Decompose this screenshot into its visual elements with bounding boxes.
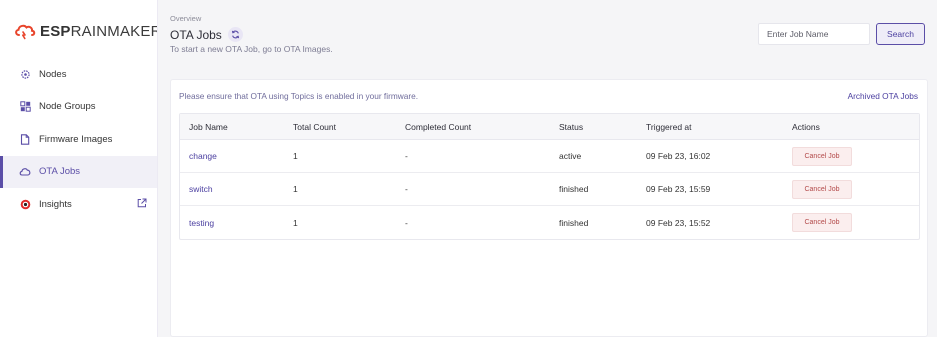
completed-count-cell: -	[405, 184, 408, 194]
cloud-icon	[19, 166, 31, 178]
table-row: change 1 - active 09 Feb 23, 16:02 Cance…	[180, 140, 919, 173]
sidebar-nav: Nodes Node Groups Firmware Images OTA Jo…	[0, 58, 157, 221]
table-row: testing 1 - finished 09 Feb 23, 15:52 Ca…	[180, 206, 919, 239]
sidebar: ESPRAINMAKER Nodes Node Groups Firmware …	[0, 0, 161, 337]
total-count-cell: 1	[293, 184, 298, 194]
cancel-job-button[interactable]: Cancel Job	[792, 146, 852, 166]
breadcrumb[interactable]: Overview	[170, 14, 201, 23]
job-name-search-input[interactable]	[758, 23, 870, 45]
sidebar-item-label: Nodes	[39, 68, 67, 80]
completed-count-cell: -	[405, 151, 408, 161]
sidebar-item-label: OTA Jobs	[39, 166, 81, 178]
sidebar-item-label: Insights	[39, 198, 72, 210]
ota-jobs-card: Please ensure that OTA using Topics is e…	[170, 79, 928, 337]
ota-topics-notice: Please ensure that OTA using Topics is e…	[179, 91, 419, 101]
main-content: Overview OTA Jobs To start a new OTA Job…	[157, 0, 937, 337]
column-header-completed-count[interactable]: Completed Count	[405, 122, 471, 132]
cancel-job-button[interactable]: Cancel Job	[792, 213, 852, 232]
sidebar-item-ota-jobs[interactable]: OTA Jobs	[0, 155, 157, 188]
column-header-job-name[interactable]: Job Name	[189, 122, 228, 132]
rainmaker-cloud-logo-icon	[15, 24, 36, 40]
sidebar-item-label: Firmware Images	[39, 133, 113, 145]
gear-chip-icon	[19, 68, 31, 80]
total-count-cell: 1	[293, 151, 298, 161]
archived-ota-jobs-link[interactable]: Archived OTA Jobs	[848, 91, 918, 101]
cancel-job-button[interactable]: Cancel Job	[792, 179, 852, 199]
triggered-at-cell: 09 Feb 23, 15:59	[646, 184, 711, 194]
job-name-link[interactable]: change	[189, 151, 217, 161]
column-header-total-count[interactable]: Total Count	[293, 122, 336, 132]
completed-count-cell: -	[405, 217, 408, 228]
sidebar-item-insights[interactable]: Insights	[0, 188, 157, 221]
column-header-triggered-at[interactable]: Triggered at	[646, 122, 692, 132]
file-icon	[19, 133, 31, 145]
sidebar-item-firmware-images[interactable]: Firmware Images	[0, 123, 157, 156]
refresh-button[interactable]	[227, 27, 243, 42]
triggered-at-cell: 09 Feb 23, 16:02	[646, 151, 711, 161]
triggered-at-cell: 09 Feb 23, 15:52	[646, 217, 711, 228]
insights-icon	[19, 198, 31, 210]
status-cell: active	[559, 151, 582, 161]
job-name-link[interactable]: testing	[189, 218, 214, 228]
status-cell: finished	[559, 184, 589, 194]
brand-name: ESPRAINMAKER	[40, 22, 162, 40]
sidebar-item-label: Node Groups	[39, 101, 96, 113]
refresh-icon	[231, 30, 239, 39]
sidebar-item-nodes[interactable]: Nodes	[0, 58, 157, 91]
status-cell: finished	[559, 217, 589, 228]
search-button[interactable]: Search	[876, 23, 925, 45]
node-groups-icon	[19, 101, 31, 113]
column-header-actions: Actions	[792, 121, 820, 132]
column-header-status[interactable]: Status	[559, 122, 583, 132]
sidebar-item-node-groups[interactable]: Node Groups	[0, 91, 157, 124]
page-subtitle: To start a new OTA Job, go to OTA Images…	[170, 44, 333, 54]
table-header: Job Name Total Count Completed Count Sta…	[180, 114, 919, 140]
table-row: switch 1 - finished 09 Feb 23, 15:59 Can…	[180, 173, 919, 206]
ota-jobs-table: Job Name Total Count Completed Count Sta…	[179, 113, 920, 240]
page-title: OTA Jobs	[170, 27, 222, 42]
external-link-icon[interactable]	[137, 198, 147, 211]
brand-logo[interactable]: ESPRAINMAKER	[14, 20, 162, 42]
job-name-link[interactable]: switch	[189, 184, 213, 194]
page-title-row: OTA Jobs	[170, 27, 243, 42]
total-count-cell: 1	[293, 217, 298, 228]
